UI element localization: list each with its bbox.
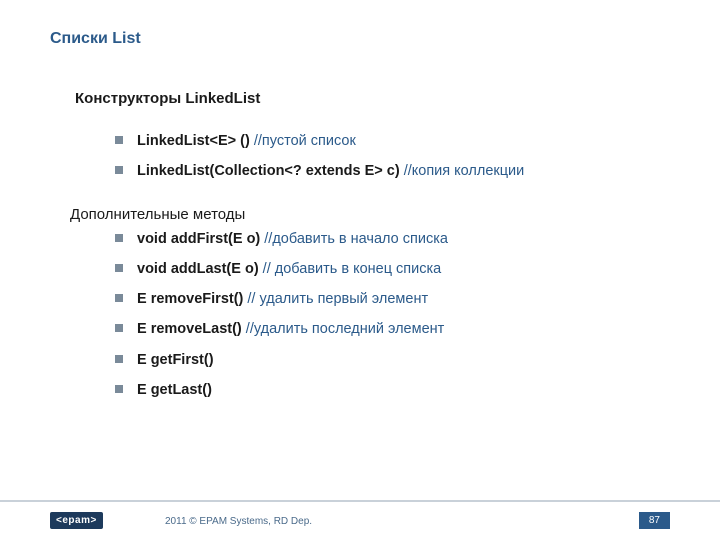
method-comment: //удалить последний элемент <box>246 321 445 337</box>
method-signature: LinkedList(Collection<? extends E> c) <box>137 163 404 179</box>
slide-content: Конструкторы LinkedList LinkedList<E> ()… <box>75 90 660 410</box>
method-comment: // удалить первый элемент <box>247 291 428 307</box>
slide-title: Списки List <box>50 30 141 48</box>
method-comment: //добавить в начало списка <box>264 231 448 247</box>
slide-footer: <epam> 2011 © EPAM Systems, RD Dep. 87 <box>0 500 720 540</box>
method-signature: void addLast(E o) <box>137 261 263 277</box>
list-item: E getLast() <box>115 380 660 400</box>
methods-list: void addFirst(E o) //добавить в начало с… <box>115 229 660 401</box>
method-signature: E getLast() <box>137 382 212 398</box>
method-comment: //пустой список <box>254 133 356 149</box>
constructors-heading: Конструкторы LinkedList <box>75 90 660 107</box>
copyright-text: 2011 © EPAM Systems, RD Dep. <box>165 516 312 527</box>
list-item: void addLast(E o) // добавить в конец сп… <box>115 259 660 279</box>
footer-divider <box>0 500 720 502</box>
list-item: E getFirst() <box>115 350 660 370</box>
constructors-list: LinkedList<E> () //пустой список LinkedL… <box>115 131 660 182</box>
method-signature: E removeLast() <box>137 321 246 337</box>
method-comment: // добавить в конец списка <box>263 261 442 277</box>
method-signature: void addFirst(E o) <box>137 231 264 247</box>
epam-logo: <epam> <box>50 512 103 529</box>
methods-heading: Дополнительные методы <box>70 206 660 223</box>
method-signature: LinkedList<E> () <box>137 133 254 149</box>
method-signature: E removeFirst() <box>137 291 247 307</box>
list-item: void addFirst(E o) //добавить в начало с… <box>115 229 660 249</box>
list-item: LinkedList(Collection<? extends E> c) //… <box>115 161 660 181</box>
list-item: E removeFirst() // удалить первый элемен… <box>115 289 660 309</box>
method-comment: //копия коллекции <box>404 163 525 179</box>
list-item: LinkedList<E> () //пустой список <box>115 131 660 151</box>
method-signature: E getFirst() <box>137 352 214 368</box>
list-item: E removeLast() //удалить последний элеме… <box>115 319 660 339</box>
page-number: 87 <box>639 512 670 529</box>
